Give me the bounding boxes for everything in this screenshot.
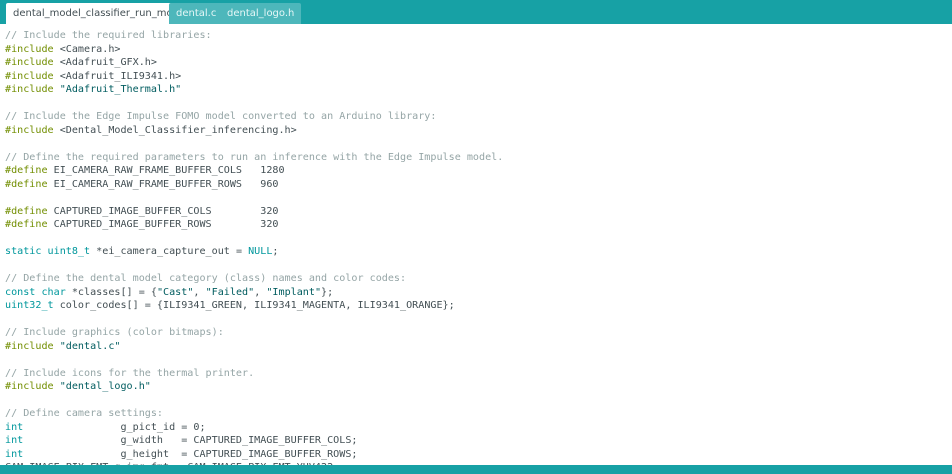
code-line[interactable]: #include "Adafruit_Thermal.h" (5, 83, 503, 97)
tab-bar: dental_model_classifier_run_model dental… (0, 0, 952, 24)
code-token-plain: ; (272, 246, 279, 257)
code-line[interactable]: // Define camera settings: (5, 407, 503, 421)
code-line[interactable]: #define EI_CAMERA_RAW_FRAME_BUFFER_COLS … (5, 164, 503, 178)
code-line[interactable]: const char *classes[] = {"Cast", "Failed… (5, 286, 503, 300)
code-token-string: "Adafruit_Thermal.h" (59, 84, 182, 95)
code-line[interactable]: #include "dental.c" (5, 340, 503, 354)
tab-dental-c[interactable]: dental.c (169, 3, 224, 24)
code-token-comment: // Define the dental model category (cla… (5, 273, 407, 284)
code-token-keyword: int (5, 435, 24, 446)
code-token-comment: // Include the required libraries: (5, 30, 212, 41)
code-line[interactable]: // Define the dental model category (cla… (5, 272, 503, 286)
code-line[interactable]: int g_width = CAPTURED_IMAGE_BUFFER_COLS… (5, 434, 503, 448)
code-token-plain: g_height = CAPTURED_IMAGE_BUFFER_ROWS; (23, 448, 358, 460)
code-token-directive: #define (5, 178, 48, 190)
code-token-keyword: uint8_t (47, 246, 91, 257)
code-token-plain: <Adafruit_GFX.h> (53, 57, 157, 68)
code-token-comment: // Include the Edge Impulse FOMO model c… (5, 111, 437, 122)
code-token-comment: // Define camera settings: (5, 408, 164, 419)
code-token-directive: #define (5, 165, 48, 176)
code-token-directive: #define (5, 219, 48, 230)
code-token-keyword: int (5, 421, 24, 433)
code-token-directive: #include (5, 57, 54, 68)
code-line[interactable]: // Include the Edge Impulse FOMO model c… (5, 110, 503, 124)
code-line[interactable]: #include <Adafruit_ILI9341.h> (5, 70, 503, 84)
code-line[interactable] (5, 191, 503, 205)
code-token-plain: g_pict_id = 0; (23, 421, 206, 433)
code-token-directive: #include (5, 381, 54, 392)
code-line[interactable]: #include "dental_logo.h" (5, 380, 503, 394)
code-token-directive: #include (5, 43, 54, 55)
code-token-plain: }; (321, 286, 334, 298)
code-line[interactable]: // Include graphics (color bitmaps): (5, 326, 503, 340)
code-token-plain: <Dental_Model_Classifier_inferencing.h> (53, 124, 297, 136)
code-line[interactable]: int g_pict_id = 0; (5, 421, 503, 435)
code-line[interactable] (5, 97, 503, 111)
code-token-plain: g_width = CAPTURED_IMAGE_BUFFER_COLS; (23, 435, 358, 446)
code-token-keyword: const (5, 286, 36, 298)
code-token-plain: CAPTURED_IMAGE_BUFFER_COLS 320 (47, 205, 279, 217)
code-token-comment: // Include graphics (color bitmaps): (5, 327, 224, 338)
code-token-directive: #define (5, 205, 48, 217)
code-line[interactable]: // Include the required libraries: (5, 29, 503, 43)
code-token-comment: // Include icons for the thermal printer… (5, 367, 255, 379)
code-line[interactable]: int g_height = CAPTURED_IMAGE_BUFFER_ROW… (5, 448, 503, 462)
code-token-keyword: int (5, 448, 24, 460)
code-text-area[interactable]: // Include the required libraries: #inclu… (5, 29, 503, 465)
code-line[interactable] (5, 394, 503, 408)
tab-dental-model-classifier-run-model[interactable]: dental_model_classifier_run_model (6, 3, 195, 24)
code-token-comment: // Define the required parameters to run… (5, 151, 504, 163)
ide-window: dental_model_classifier_run_model dental… (0, 0, 952, 474)
code-line[interactable]: #define CAPTURED_IMAGE_BUFFER_COLS 320 (5, 205, 503, 219)
tab-dental-logo-h[interactable]: dental_logo.h (220, 3, 302, 24)
code-line[interactable]: #include <Adafruit_GFX.h> (5, 56, 503, 70)
code-token-directive: #include (5, 70, 54, 82)
code-line[interactable] (5, 259, 503, 273)
code-token-keyword: NULL (248, 246, 273, 257)
code-token-plain: CAPTURED_IMAGE_BUFFER_ROWS 320 (47, 219, 279, 230)
code-line[interactable] (5, 313, 503, 327)
code-token-string: "Failed" (205, 286, 255, 298)
code-line[interactable]: // Include icons for the thermal printer… (5, 367, 503, 381)
code-token-plain: *classes[] = { (65, 286, 157, 298)
code-line[interactable]: static uint8_t *ei_camera_capture_out = … (5, 245, 503, 259)
code-line[interactable]: #define EI_CAMERA_RAW_FRAME_BUFFER_ROWS … (5, 178, 503, 192)
code-token-plain: color_codes[] = {ILI9341_GREEN, ILI9341_… (53, 300, 455, 311)
code-token-string: "dental.c" (59, 340, 121, 352)
code-line[interactable] (5, 137, 503, 151)
code-token-plain: *ei_camera_capture_out = (90, 246, 249, 257)
code-token-plain: <Adafruit_ILI9341.h> (53, 70, 182, 82)
code-token-directive: #include (5, 84, 54, 95)
code-line[interactable]: #include <Camera.h> (5, 43, 503, 57)
status-bar (0, 465, 952, 474)
code-token-plain: EI_CAMERA_RAW_FRAME_BUFFER_COLS 1280 (47, 165, 285, 176)
code-token-string: "Cast" (156, 286, 194, 298)
code-token-directive: #include (5, 124, 54, 136)
code-token-plain: EI_CAMERA_RAW_FRAME_BUFFER_ROWS 960 (47, 178, 279, 190)
code-editor[interactable]: // Include the required libraries: #inclu… (0, 24, 952, 465)
code-token-keyword: static (5, 246, 42, 257)
code-token-keyword: char (41, 286, 66, 298)
code-line[interactable]: uint32_t color_codes[] = {ILI9341_GREEN,… (5, 299, 503, 313)
code-token-string: "Implant" (266, 286, 322, 298)
code-token-keyword: uint32_t (5, 300, 54, 311)
code-token-directive: #include (5, 340, 54, 352)
code-token-plain: <Camera.h> (53, 43, 121, 55)
code-line[interactable]: #include <Dental_Model_Classifier_infere… (5, 124, 503, 138)
code-line[interactable] (5, 232, 503, 246)
code-line[interactable] (5, 353, 503, 367)
code-line[interactable]: #define CAPTURED_IMAGE_BUFFER_ROWS 320 (5, 218, 503, 232)
code-token-plain: , (193, 286, 206, 298)
code-line[interactable]: // Define the required parameters to run… (5, 151, 503, 165)
code-token-string: "dental_logo.h" (59, 381, 151, 392)
code-token-plain: , (254, 286, 267, 298)
